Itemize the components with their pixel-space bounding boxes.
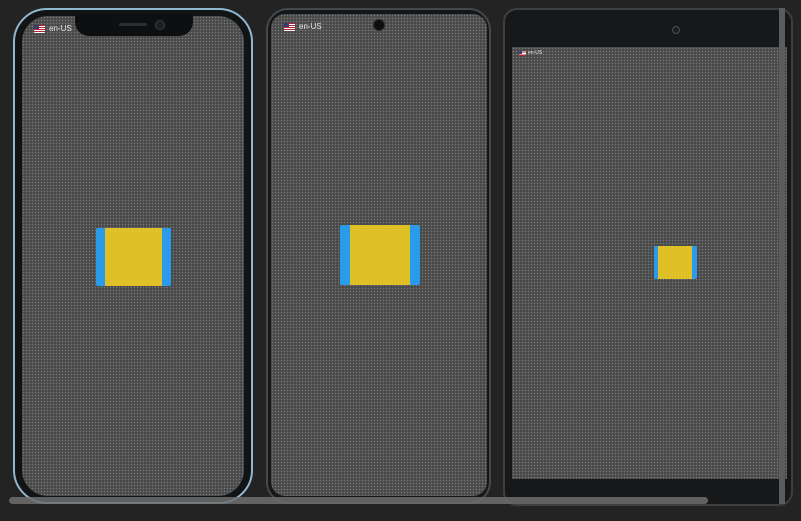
locale-indicator[interactable]: en-US [34,24,72,33]
preview-widget[interactable] [654,246,697,279]
punch-hole-camera-icon [373,19,385,31]
front-camera-icon [155,20,165,30]
locale-label: en-US [299,22,322,31]
widget-core [105,228,162,286]
horizontal-scrollbar[interactable] [9,497,708,504]
us-flag-icon [34,24,45,33]
locale-label: en-US [49,24,72,33]
locale-indicator[interactable]: en-US [519,50,542,56]
locale-label: en-US [528,50,543,56]
vertical-scrollbar[interactable] [779,8,785,504]
android-screen: en-US [271,14,487,496]
us-flag-icon [519,50,526,56]
preview-widget[interactable] [96,228,171,286]
locale-indicator[interactable]: en-US [284,22,322,31]
speaker-grille [119,23,147,26]
widget-core [658,246,692,279]
widget-core [350,225,410,285]
iphone-notch [75,14,193,36]
tablet-screen: en-US [512,47,787,479]
front-camera-icon [672,26,680,34]
preview-widget[interactable] [340,225,420,285]
us-flag-icon [284,22,295,31]
device-preview-canvas: en-US en-US en-US [0,0,801,521]
iphone-screen: en-US [22,16,244,496]
